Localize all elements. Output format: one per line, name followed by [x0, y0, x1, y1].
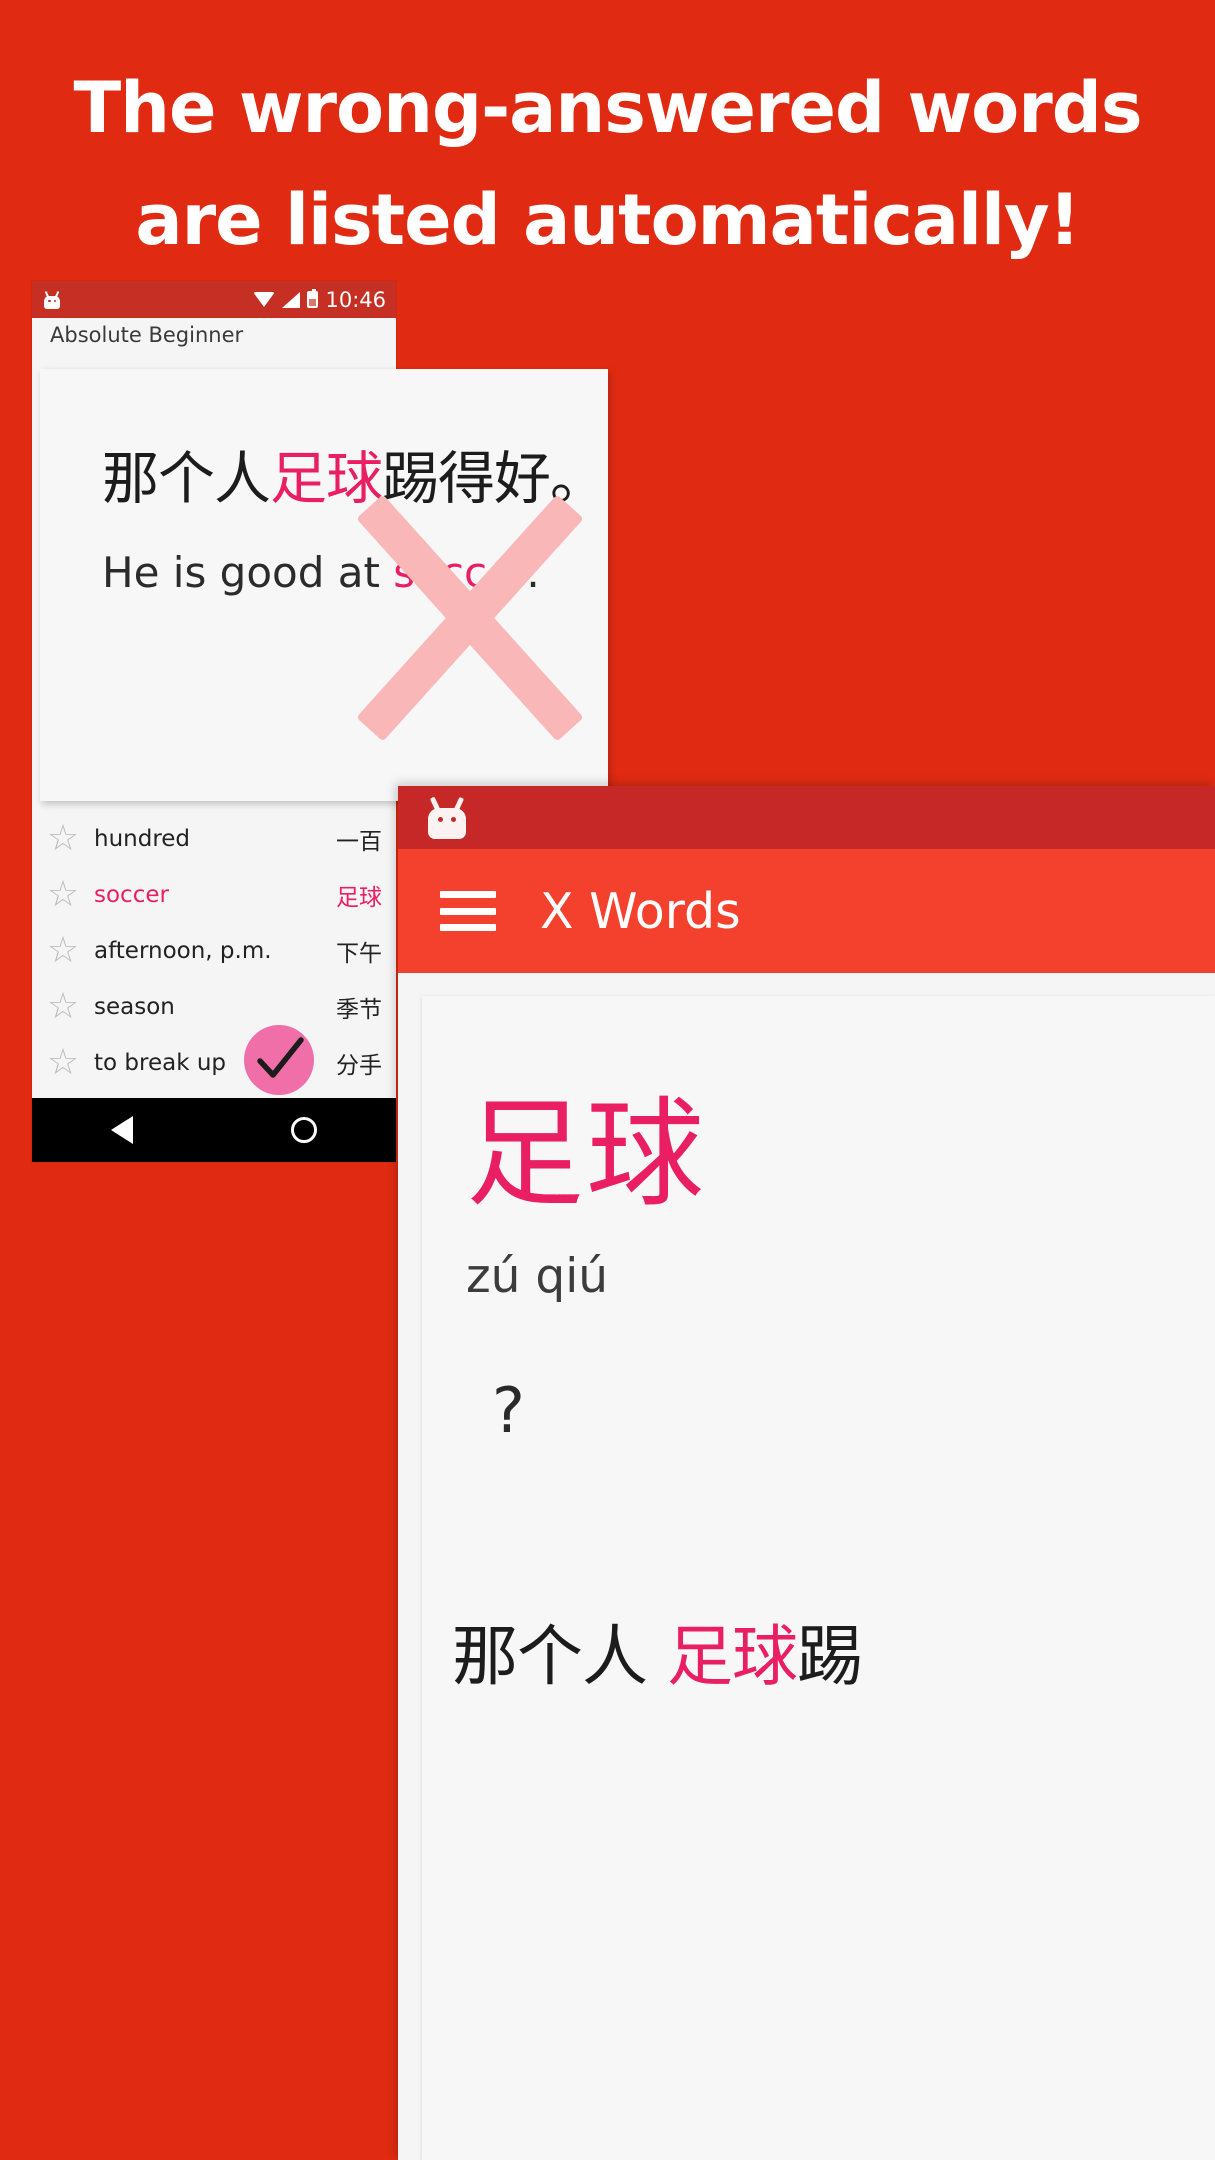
star-icon[interactable]: ☆	[46, 821, 80, 857]
card-chinese-sentence: 那个人足球踢得好。	[102, 433, 607, 515]
star-icon[interactable]: ☆	[46, 989, 80, 1025]
headline-line-1: The wrong-answered words	[73, 67, 1142, 149]
word-detail-card: 足球 zú qiú ? 那个人 足球踢	[422, 996, 1215, 2160]
detail-word-chinese: 足球	[466, 1085, 707, 1223]
battery-charging-icon	[307, 289, 319, 308]
status-bar-clock: 10:46	[325, 287, 386, 312]
app-bar: X Words	[398, 849, 1215, 973]
app-bar-title: X Words	[540, 882, 741, 940]
phone-screenshot-x-words: X Words 足球 zú qiú ? 那个人 足球踢	[398, 786, 1215, 2160]
android-robot-icon	[424, 796, 470, 839]
detail-meaning-hidden-question-mark[interactable]: ?	[492, 1374, 525, 1447]
home-circle-icon[interactable]	[291, 1117, 317, 1143]
list-item[interactable]: ☆ season 季节	[46, 979, 382, 1035]
star-icon[interactable]: ☆	[46, 877, 80, 913]
back-triangle-icon[interactable]	[111, 1116, 133, 1144]
list-item[interactable]: ☆ hundred 一百	[46, 811, 382, 867]
headline-line-2: are listed automatically!	[135, 179, 1080, 261]
en-before: He is good at	[102, 548, 394, 597]
flashcard-sentence-card: 那个人足球踢得好。 He is good at soccer.	[40, 369, 608, 801]
star-icon[interactable]: ☆	[46, 933, 80, 969]
sentence-after: 踢	[796, 1618, 863, 1695]
list-item[interactable]: ☆ to break up 分手	[46, 1035, 382, 1091]
word-chinese: 分手	[336, 1053, 382, 1079]
signal-icon	[282, 291, 301, 308]
promo-headline: The wrong-answered words are listed auto…	[0, 52, 1215, 276]
en-after: .	[526, 548, 540, 597]
phone1-status-bar: 10:46	[32, 281, 396, 318]
card-english-sentence: He is good at soccer.	[102, 548, 540, 597]
word-chinese: 下午	[336, 941, 382, 967]
phone2-status-bar	[398, 786, 1215, 849]
star-icon[interactable]: ☆	[46, 1045, 80, 1081]
cn-highlight: 足球	[270, 446, 383, 512]
list-item[interactable]: ☆ soccer 足球	[46, 867, 382, 923]
wrong-answer-word-list: ☆ hundred 一百 ☆ soccer 足球 ☆ afternoon, p.…	[32, 811, 396, 1091]
word-english: afternoon, p.m.	[94, 938, 272, 964]
phone1-status-icons: 10:46	[253, 288, 386, 312]
en-highlight: soccer	[393, 548, 527, 597]
android-robot-icon	[42, 290, 62, 309]
word-english: to break up	[94, 1050, 227, 1076]
detail-example-sentence: 那个人 足球踢	[452, 1603, 863, 1699]
cn-before: 那个人	[102, 446, 271, 512]
word-chinese: 季节	[336, 997, 382, 1023]
word-chinese: 一百	[336, 829, 382, 855]
word-chinese: 足球	[336, 885, 382, 911]
correct-check-badge-icon	[244, 1025, 314, 1095]
word-english: hundred	[94, 826, 191, 852]
list-item[interactable]: ☆ afternoon, p.m. 下午	[46, 923, 382, 979]
detail-word-pinyin: zú qiú	[466, 1249, 609, 1304]
sentence-before: 那个人	[452, 1618, 667, 1695]
android-navigation-bar	[32, 1098, 396, 1162]
cn-after: 踢得好。	[382, 446, 607, 512]
hamburger-menu-icon[interactable]	[440, 891, 496, 931]
screen-title-absolute-beginner: Absolute Beginner	[50, 323, 244, 347]
wifi-icon	[253, 292, 276, 307]
word-english: season	[94, 994, 175, 1020]
sentence-highlight: 足球	[666, 1618, 798, 1695]
word-english: soccer	[94, 882, 169, 908]
